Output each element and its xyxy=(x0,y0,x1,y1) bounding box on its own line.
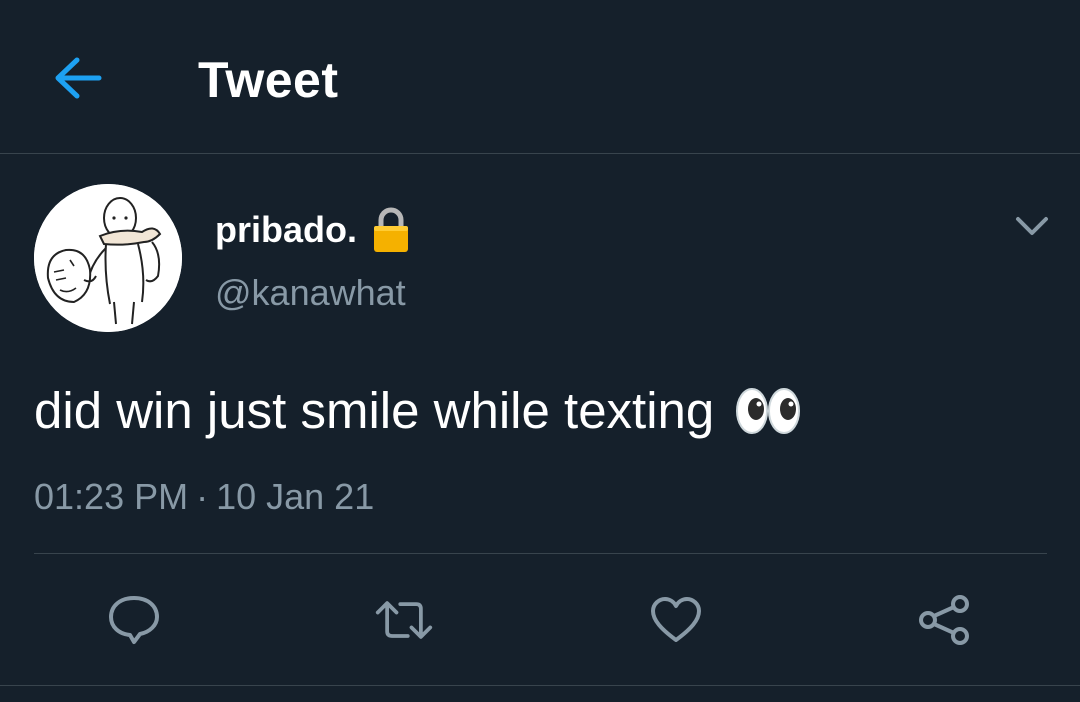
divider xyxy=(34,553,1047,554)
tweet-body: did win just smile while texting xyxy=(34,382,715,439)
user-handle[interactable]: @kanawhat xyxy=(215,270,406,316)
arrow-left-icon xyxy=(55,57,102,99)
like-button[interactable] xyxy=(646,590,706,650)
back-button[interactable] xyxy=(44,44,112,112)
tweet-timestamp: 01:23 PM · 10 Jan 21 xyxy=(34,474,374,520)
share-button[interactable] xyxy=(914,590,974,650)
bottom-divider xyxy=(0,685,1080,686)
share-icon xyxy=(919,595,969,645)
author-name-row: pribado. xyxy=(215,204,411,256)
display-name[interactable]: pribado. xyxy=(215,208,357,252)
reply-icon xyxy=(109,596,159,644)
more-options-button[interactable] xyxy=(1010,206,1054,246)
avatar[interactable] xyxy=(34,184,182,332)
retweet-icon xyxy=(375,601,433,639)
lock-icon xyxy=(371,206,411,254)
tweet-date: 10 Jan 21 xyxy=(216,476,375,517)
page-title: Tweet xyxy=(198,52,339,108)
reply-button[interactable] xyxy=(104,590,164,650)
tweet-time: 01:23 PM xyxy=(34,476,189,517)
chevron-down-icon xyxy=(1016,217,1048,235)
retweet-button[interactable] xyxy=(374,590,434,650)
timestamp-separator: · xyxy=(196,476,209,517)
avatar-illustration xyxy=(34,184,182,332)
eyes-emoji xyxy=(734,385,802,437)
top-app-bar: Tweet xyxy=(0,0,1080,154)
tweet-text: did win just smile while texting xyxy=(34,378,802,444)
heart-icon xyxy=(651,597,701,642)
